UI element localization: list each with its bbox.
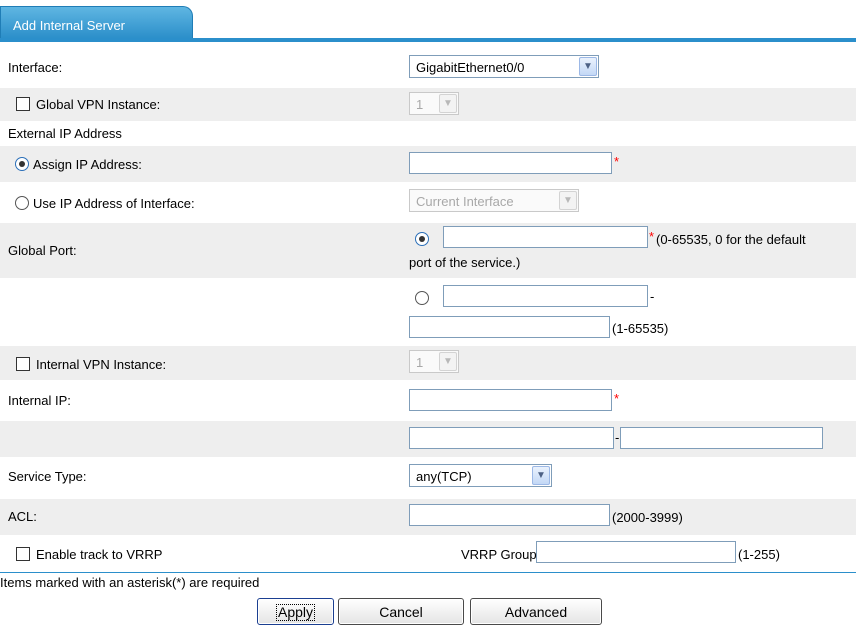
global-port-label: Global Port: — [8, 243, 77, 258]
global-port-range-end-input[interactable] — [409, 316, 610, 338]
chevron-down-icon: ▼ — [579, 57, 597, 76]
range-separator: - — [650, 289, 655, 304]
use-interface-select[interactable]: Current Interface ▼ — [409, 189, 579, 212]
required-asterisk: * — [614, 391, 620, 406]
required-asterisk: * — [649, 229, 655, 244]
service-type-select-value: any(TCP) — [416, 469, 472, 484]
service-type-label: Service Type: — [8, 469, 87, 484]
service-type-select[interactable]: any(TCP) ▼ — [409, 464, 552, 487]
use-interface-ip-label: Use IP Address of Interface: — [33, 196, 195, 211]
tab-divider — [0, 38, 856, 42]
internal-vpn-select-value: 1 — [416, 355, 424, 370]
row-service-type: Service Type: any(TCP) ▼ — [0, 459, 856, 495]
row-interface: Interface: GigabitEthernet0/0 ▼ — [0, 52, 856, 82]
interface-select-value: GigabitEthernet0/0 — [416, 60, 525, 75]
internal-ip-range-start-input[interactable] — [409, 427, 614, 449]
row-global-vpn: Global VPN Instance: 1 ▼ — [0, 88, 856, 121]
enable-track-vrrp-checkbox[interactable] — [16, 547, 30, 561]
row-internal-vpn: Internal VPN Instance: 1 ▼ — [0, 346, 856, 380]
chevron-down-icon: ▼ — [559, 191, 577, 210]
internal-vpn-select[interactable]: 1 ▼ — [409, 350, 459, 373]
row-global-port-range: - (1-65535) — [0, 281, 856, 343]
advanced-button[interactable]: Advanced — [470, 598, 602, 625]
cancel-button[interactable]: Cancel — [338, 598, 464, 625]
internal-ip-label: Internal IP: — [8, 393, 71, 408]
global-vpn-select[interactable]: 1 ▼ — [409, 92, 459, 115]
row-use-interface-ip: Use IP Address of Interface: Current Int… — [0, 186, 856, 220]
row-internal-ip-range: - — [0, 421, 856, 457]
assign-ip-input[interactable] — [409, 152, 612, 174]
row-assign-ip: Assign IP Address: * — [0, 146, 856, 182]
global-port-range-start-input[interactable] — [443, 285, 648, 307]
external-ip-heading: External IP Address — [8, 126, 122, 141]
enable-track-vrrp-label: Enable track to VRRP — [36, 547, 163, 562]
global-vpn-select-value: 1 — [416, 97, 424, 112]
row-external-ip-heading: External IP Address — [0, 124, 856, 144]
vrrp-group-input[interactable] — [536, 541, 736, 563]
tab-label: Add Internal Server — [13, 18, 126, 33]
interface-select[interactable]: GigabitEthernet0/0 ▼ — [409, 55, 599, 78]
range-separator: - — [615, 430, 620, 445]
internal-ip-input[interactable] — [409, 389, 612, 411]
footer-divider — [0, 572, 856, 573]
apply-button[interactable]: Apply — [257, 598, 334, 625]
acl-hint: (2000-3999) — [612, 510, 683, 525]
row-internal-ip: Internal IP: * — [0, 384, 856, 418]
row-global-port: Global Port: * (0-65535, 0 for the defau… — [0, 223, 856, 278]
assign-ip-radio[interactable] — [15, 157, 29, 171]
internal-ip-range-end-input[interactable] — [620, 427, 823, 449]
row-acl: ACL: (2000-3999) — [0, 499, 856, 535]
internal-vpn-label: Internal VPN Instance: — [36, 357, 167, 372]
global-port-input[interactable] — [443, 226, 648, 248]
global-port-range-radio[interactable] — [415, 291, 429, 305]
tab-add-internal-server[interactable]: Add Internal Server — [0, 6, 193, 38]
chevron-down-icon: ▼ — [532, 466, 550, 485]
use-interface-ip-radio[interactable] — [15, 196, 29, 210]
global-port-hint: (0-65535, 0 for the default — [656, 232, 806, 247]
chevron-down-icon: ▼ — [439, 352, 457, 371]
assign-ip-label: Assign IP Address: — [33, 157, 142, 172]
global-vpn-label: Global VPN Instance: — [36, 97, 161, 112]
global-vpn-checkbox[interactable] — [16, 97, 30, 111]
required-note: Items marked with an asterisk(*) are req… — [0, 575, 260, 590]
vrrp-group-label: VRRP Group: — [461, 547, 541, 562]
chevron-down-icon: ▼ — [439, 94, 457, 113]
required-asterisk: * — [614, 154, 620, 169]
use-interface-select-value: Current Interface — [416, 194, 514, 209]
global-port-single-radio[interactable] — [415, 232, 429, 246]
interface-label: Interface: — [8, 60, 63, 75]
global-port-hint-continued: port of the service.) — [409, 255, 521, 270]
internal-vpn-checkbox[interactable] — [16, 357, 30, 371]
acl-label: ACL: — [8, 509, 37, 524]
global-port-range-hint: (1-65535) — [612, 321, 669, 336]
acl-input[interactable] — [409, 504, 610, 526]
vrrp-group-hint: (1-255) — [738, 547, 780, 562]
row-vrrp: Enable track to VRRP VRRP Group: (1-255) — [0, 538, 856, 572]
